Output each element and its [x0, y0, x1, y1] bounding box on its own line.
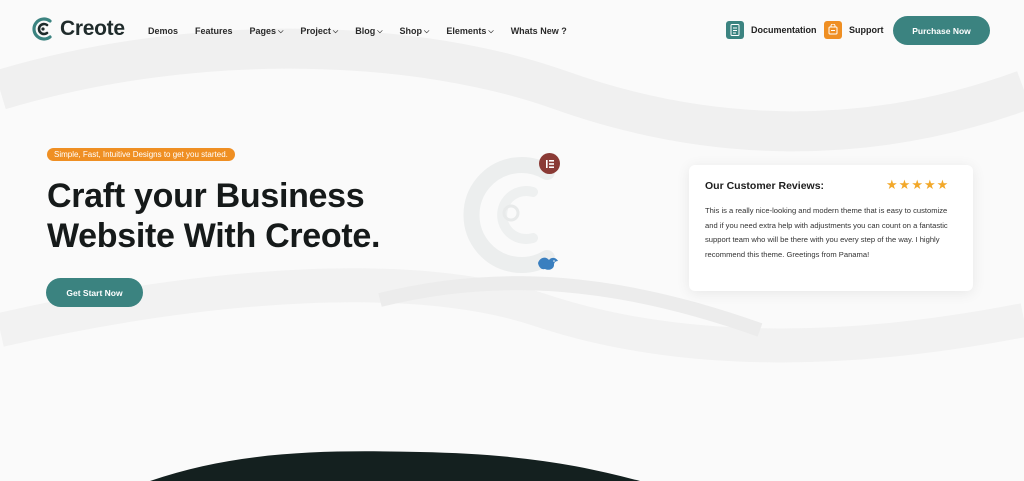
- chevron-down-icon: ⌵: [488, 27, 494, 35]
- customer-review-card: Our Customer Reviews: ★ ★ ★ ★ ★ This is …: [689, 165, 973, 291]
- brand-logo[interactable]: Creote: [30, 15, 125, 43]
- purchase-now-button[interactable]: Purchase Now: [893, 16, 990, 45]
- nav-item-features[interactable]: Features: [195, 26, 233, 36]
- review-text: This is a really nice-looking and modern…: [705, 206, 948, 260]
- main-menu: Demos Features Pages ⌵ Project ⌵ Blog ⌵ Sho…: [148, 26, 567, 36]
- elementor-icon: [539, 153, 560, 174]
- star-rating: ★ ★ ★ ★ ★: [886, 178, 948, 192]
- nav-item-whats-new[interactable]: Whats New ?: [511, 26, 567, 36]
- document-icon: [726, 21, 744, 39]
- star-icon: ★: [911, 177, 923, 192]
- documentation-link[interactable]: Documentation: [726, 21, 817, 39]
- star-icon: ★: [898, 177, 911, 192]
- bottom-dark-section-edge: [150, 451, 640, 481]
- support-link[interactable]: Support: [824, 21, 884, 39]
- headline-line-1: Craft your Business: [47, 177, 365, 215]
- headline-line-2: Website With Creote.: [47, 217, 381, 255]
- hero-headline: Craft your Business Website With Creote.: [47, 176, 467, 256]
- chevron-down-icon: ⌵: [377, 27, 383, 35]
- nav-item-blog[interactable]: Blog ⌵: [355, 26, 382, 36]
- get-start-now-button[interactable]: Get Start Now: [46, 278, 143, 307]
- chevron-down-icon: ⌵: [332, 27, 339, 35]
- support-icon: [824, 21, 842, 39]
- nav-item-project[interactable]: Project ⌵: [300, 26, 338, 36]
- bird-icon: [538, 257, 558, 270]
- top-navigation: Creote Demos Features Pages ⌵ Project ⌵ Bl…: [0, 0, 1024, 62]
- creote-logo-icon: [32, 17, 52, 41]
- review-title: Our Customer Reviews:: [705, 180, 825, 192]
- nav-item-demos[interactable]: Demos: [148, 26, 178, 36]
- brand-name: Creote: [60, 17, 125, 40]
- chevron-down-icon: ⌵: [424, 27, 430, 35]
- star-icon: ★: [886, 177, 898, 192]
- nav-item-elements[interactable]: Elements ⌵: [446, 26, 493, 36]
- star-icon: ★: [923, 177, 936, 192]
- star-icon: ★: [936, 177, 949, 192]
- support-label: Support: [849, 25, 884, 35]
- hero-tagline-badge: Simple, Fast, Intuitive Designs to get y…: [47, 148, 235, 161]
- chevron-down-icon: ⌵: [278, 27, 284, 35]
- documentation-label: Documentation: [751, 25, 817, 35]
- nav-item-shop[interactable]: Shop ⌵: [400, 26, 430, 36]
- nav-item-pages[interactable]: Pages ⌵: [250, 26, 284, 36]
